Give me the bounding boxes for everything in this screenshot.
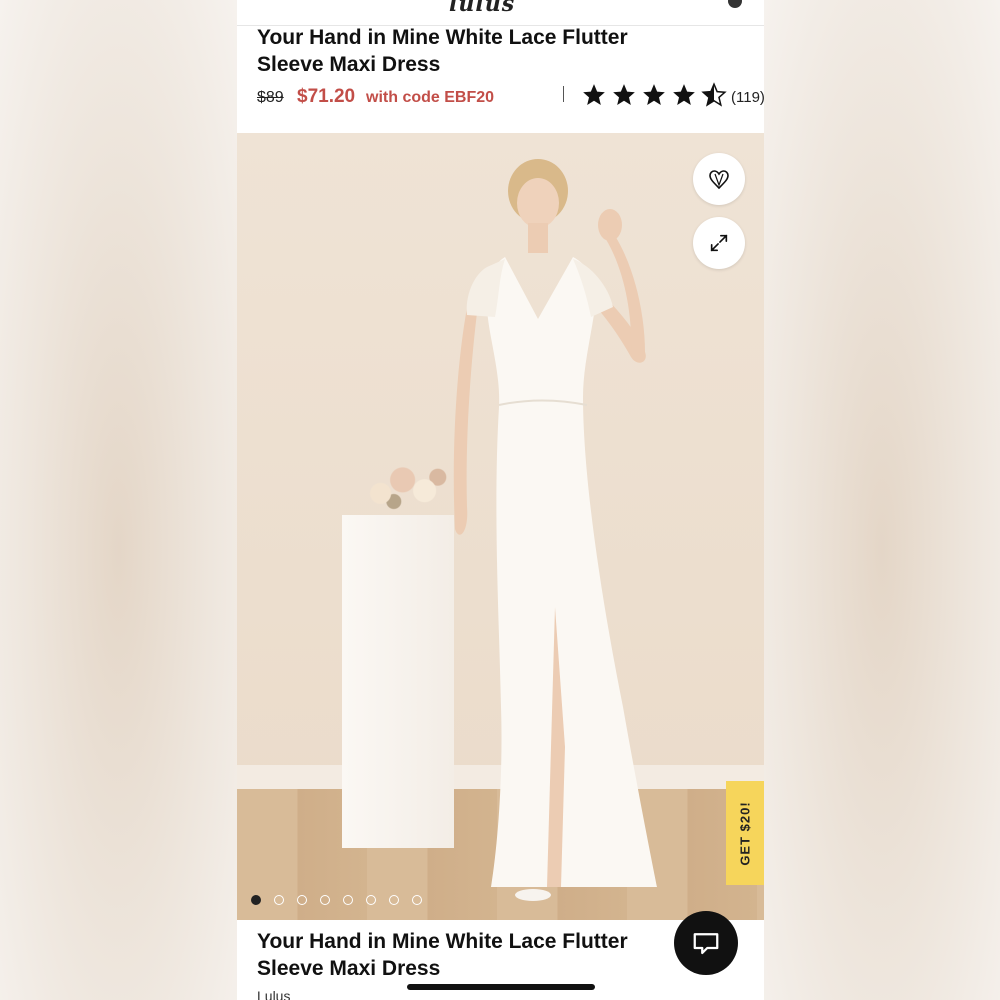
star-icon-half: [701, 82, 727, 107]
product-title-line2: Sleeve Maxi Dress: [257, 53, 441, 76]
chat-icon: [693, 933, 719, 955]
promo-tab[interactable]: GET $20!: [726, 781, 764, 885]
expand-image-button[interactable]: [693, 217, 745, 269]
star-icon-full: [673, 84, 695, 105]
favorite-button[interactable]: [693, 153, 745, 205]
site-logo[interactable]: lulus: [449, 0, 515, 17]
star-icon-full: [613, 84, 635, 105]
brand-name[interactable]: Lulus: [257, 988, 290, 1000]
star-icon-full: [583, 84, 605, 105]
product-title-repeat: Your Hand in Mine White Lace Flutter Sle…: [257, 928, 697, 982]
product-title: Your Hand in Mine White Lace Flutter Sle…: [257, 24, 697, 78]
product-image-gallery[interactable]: GET $20!: [237, 133, 764, 920]
product-page: lulus Your Hand in Mine White Lace Flutt…: [237, 0, 764, 1000]
carousel-dot[interactable]: [366, 895, 376, 905]
top-nav-bar: lulus: [237, 0, 764, 26]
model-in-white-lace-dress: [453, 159, 657, 901]
carousel-dot-active[interactable]: [251, 895, 261, 905]
original-price: $89: [257, 89, 284, 106]
product-title-line1: Your Hand in Mine White Lace Flutter: [257, 26, 628, 49]
review-count[interactable]: (119): [731, 89, 764, 106]
promo-tab-label: GET $20!: [737, 800, 753, 866]
star-icon-full: [643, 84, 665, 105]
carousel-dot[interactable]: [412, 895, 422, 905]
chat-button[interactable]: [674, 911, 738, 975]
cart-icon[interactable]: [728, 0, 742, 8]
carousel-dot[interactable]: [343, 895, 353, 905]
sale-price: $71.20: [297, 86, 356, 107]
price-row: $89 $71.20 with code EBF20 (119): [257, 82, 764, 112]
product-title-repeat-line2: Sleeve Maxi Dress: [257, 957, 441, 980]
promo-code-text: with code EBF20: [366, 89, 495, 106]
carousel-pagination: [251, 895, 422, 905]
price-divider: [563, 86, 564, 102]
expand-icon: [710, 234, 728, 252]
carousel-dot[interactable]: [320, 895, 330, 905]
product-title-repeat-line1: Your Hand in Mine White Lace Flutter: [257, 930, 628, 953]
carousel-dot[interactable]: [274, 895, 284, 905]
heart-icon: [709, 170, 729, 190]
background-blur-left: [0, 0, 237, 1000]
rating-stars[interactable]: [581, 82, 727, 110]
carousel-dot[interactable]: [389, 895, 399, 905]
home-indicator: [407, 984, 595, 990]
carousel-dot[interactable]: [297, 895, 307, 905]
background-blur-right: [764, 0, 1000, 1000]
